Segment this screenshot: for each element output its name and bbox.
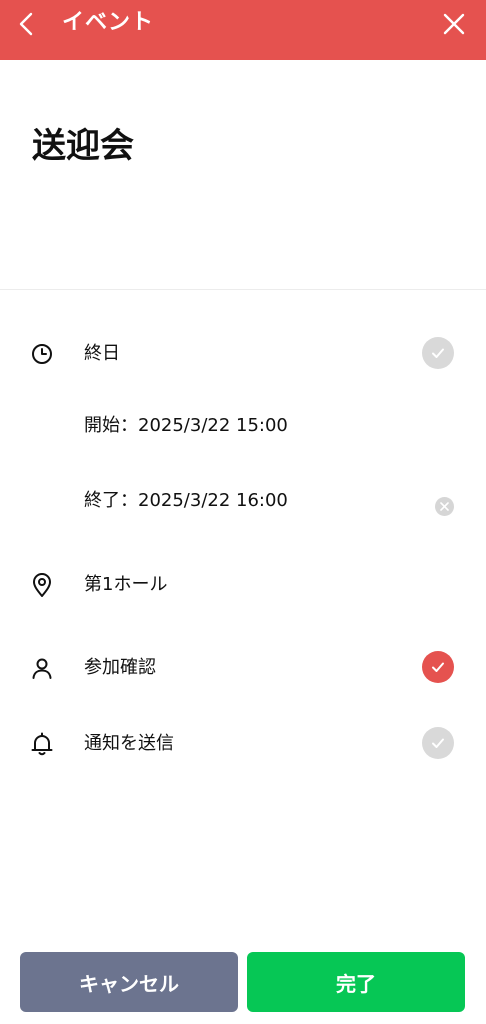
event-title[interactable]: 送迎会 [32,124,134,168]
all-day-label: 終日 [84,343,120,364]
close-icon [443,13,465,35]
notify-label: 通知を送信 [84,733,174,754]
back-button[interactable] [12,10,40,38]
top-app-bar: イベント [0,0,486,60]
start-datetime[interactable]: 開始：2025/3/22 15:00 [84,413,288,439]
end-datetime[interactable]: 終了：2025/3/22 16:00 [84,488,288,514]
all-day-toggle[interactable] [422,337,454,369]
all-day-row: 終日 [0,331,486,375]
location-pin-icon [29,572,55,598]
close-button[interactable] [440,10,468,38]
chevron-left-icon [19,12,33,36]
bell-icon [29,731,55,757]
attendance-toggle[interactable] [422,651,454,683]
divider [0,289,486,290]
location-label: 第1ホール [84,574,168,595]
page-title: イベント [62,10,155,35]
attendance-row: 参加確認 [0,645,486,689]
end-row: 終了：2025/3/22 16:00 [0,483,486,527]
attendance-label: 参加確認 [84,657,156,678]
cancel-button[interactable]: キャンセル [20,952,238,1012]
done-button[interactable]: 完了 [247,952,465,1012]
clock-icon [29,341,55,367]
person-icon [29,655,55,681]
location-row[interactable]: 第1ホール [0,562,486,606]
check-icon [432,738,444,748]
check-icon [432,662,444,672]
notify-row: 通知を送信 [0,721,486,765]
close-icon [440,502,449,511]
notify-toggle[interactable] [422,727,454,759]
clear-end-button[interactable] [435,497,454,516]
check-icon [432,348,444,358]
